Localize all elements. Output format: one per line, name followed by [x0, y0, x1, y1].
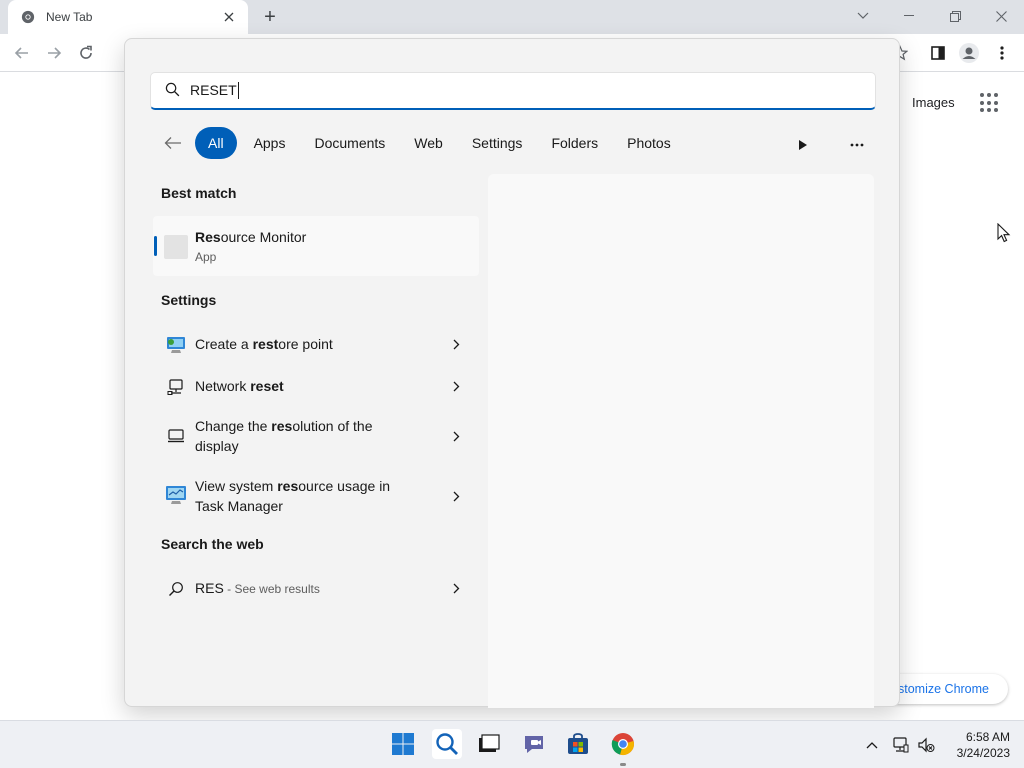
restore-icon[interactable]: [932, 0, 978, 32]
best-match-type: App: [195, 250, 217, 264]
setting-label: Network reset: [195, 378, 284, 394]
restore-point-icon: [165, 334, 187, 356]
setting-view-resource-usage[interactable]: View system resource usage in Task Manag…: [153, 474, 479, 518]
network-status-icon[interactable]: [890, 735, 910, 755]
running-indicator: [620, 763, 626, 766]
display-icon: [165, 425, 187, 447]
taskbar: 6:58 AM 3/24/2023: [0, 720, 1024, 768]
filter-documents[interactable]: Documents: [302, 127, 397, 159]
microsoft-store-icon[interactable]: [563, 729, 593, 759]
best-match-name: Resource Monitor: [195, 229, 307, 245]
show-hidden-icons-icon[interactable]: [862, 735, 882, 755]
close-tab-icon[interactable]: [220, 8, 238, 26]
text-caret: [237, 82, 239, 100]
clock[interactable]: 6:58 AM 3/24/2023: [946, 729, 1010, 761]
chrome-icon: [20, 9, 36, 25]
chevron-right-icon: [449, 379, 463, 393]
forward-icon[interactable]: [42, 41, 66, 65]
best-match-heading: Best match: [161, 185, 237, 201]
resource-monitor-icon: [164, 235, 188, 259]
settings-heading: Settings: [161, 292, 217, 308]
tab-strip: New Tab +: [0, 0, 1024, 34]
selection-indicator: [154, 236, 157, 256]
tab-search-icon[interactable]: [840, 0, 886, 32]
setting-label: View system resource usage in Task Manag…: [195, 478, 391, 514]
web-result-res[interactable]: RES - See web results: [153, 574, 479, 602]
more-filters-play-icon[interactable]: [791, 133, 815, 157]
filter-photos[interactable]: Photos: [615, 127, 683, 159]
search-flyout: RESET All Apps Documents Web Settings Fo…: [124, 38, 900, 708]
search-input[interactable]: RESET: [150, 72, 876, 110]
filter-apps[interactable]: Apps: [242, 127, 298, 159]
profile-avatar-icon[interactable]: [957, 41, 981, 65]
chrome-taskbar-icon[interactable]: [608, 729, 638, 759]
filter-settings[interactable]: Settings: [460, 127, 535, 159]
chevron-right-icon: [449, 581, 463, 595]
tab-new-tab[interactable]: New Tab: [8, 0, 248, 34]
setting-label: Create a restore point: [195, 336, 333, 352]
search-icon: [165, 82, 180, 100]
volume-muted-icon[interactable]: [916, 735, 936, 755]
mouse-cursor-icon: [997, 222, 1011, 246]
reload-icon[interactable]: [74, 41, 98, 65]
search-query: RESET: [190, 81, 237, 98]
clock-time: 6:58 AM: [965, 730, 1010, 744]
chevron-right-icon: [449, 337, 463, 351]
close-window-icon[interactable]: [978, 0, 1024, 32]
google-apps-icon[interactable]: [980, 93, 1000, 113]
clock-date: 3/24/2023: [956, 746, 1010, 760]
images-link[interactable]: Images: [912, 95, 955, 110]
setting-create-restore-point[interactable]: Create a restore point: [153, 330, 479, 358]
back-arrow-icon[interactable]: [161, 131, 185, 155]
search-the-web-heading: Search the web: [161, 536, 264, 552]
web-search-icon: [165, 578, 187, 600]
setting-change-resolution[interactable]: Change the resolution of the display: [153, 414, 479, 458]
side-panel-icon[interactable]: [926, 41, 950, 65]
preview-pane: [488, 174, 874, 708]
task-manager-icon: [165, 484, 187, 506]
teams-chat-icon[interactable]: [519, 729, 549, 759]
filter-web[interactable]: Web: [402, 127, 455, 159]
network-icon: [165, 376, 187, 398]
start-windows-icon[interactable]: [388, 729, 418, 759]
chevron-right-icon: [449, 429, 463, 443]
more-menu-icon[interactable]: [990, 41, 1014, 65]
web-result-label: RES - See web results: [195, 580, 320, 596]
new-tab-button[interactable]: +: [258, 5, 282, 29]
taskbar-search-icon[interactable]: [432, 729, 462, 759]
task-view-icon[interactable]: [474, 729, 504, 759]
customize-chrome-button[interactable]: stomize Chrome: [882, 674, 1008, 704]
filter-all[interactable]: All: [195, 127, 237, 159]
filter-bar: All Apps Documents Web Settings Folders …: [161, 126, 688, 160]
filter-folders[interactable]: Folders: [539, 127, 610, 159]
tab-title: New Tab: [46, 10, 93, 24]
setting-network-reset[interactable]: Network reset: [153, 372, 479, 400]
best-match-resource-monitor[interactable]: Resource Monitor App: [153, 216, 479, 276]
chevron-right-icon: [449, 489, 463, 503]
setting-label: Change the resolution of the display: [195, 418, 373, 454]
back-icon[interactable]: [10, 41, 34, 65]
more-options-icon[interactable]: [845, 133, 869, 157]
minimize-icon[interactable]: [886, 0, 932, 32]
